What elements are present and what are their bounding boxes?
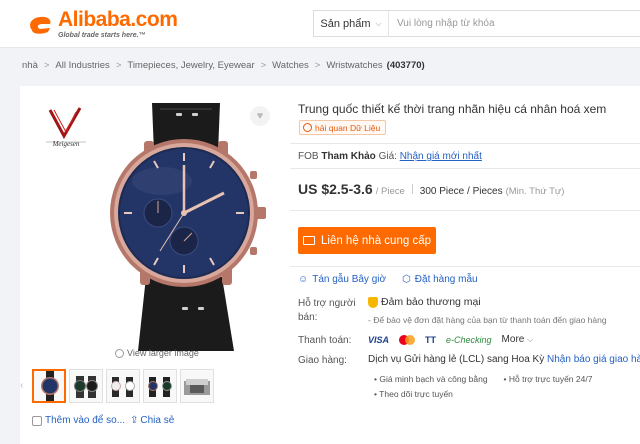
site-header: Alibaba.com Global trade starts here.™ S…: [0, 0, 640, 48]
chat-now-label: Tán gẫu Bây giờ: [312, 274, 387, 285]
shipping-benefits: • Giá minh bạch và công bằng • Hỗ trợ tr…: [374, 372, 592, 402]
fob-prefix: FOB: [298, 151, 319, 162]
alibaba-logo-icon: [26, 12, 56, 36]
order-sample-link[interactable]: ⬡ Đặt hàng mẫu: [402, 274, 478, 285]
thumbnail-3[interactable]: [106, 369, 140, 403]
latest-price-link[interactable]: Nhận giá mới nhất: [400, 151, 482, 162]
trade-assurance-label: Đảm bảo thương mại: [381, 296, 481, 308]
divider: [290, 143, 640, 144]
add-to-compare[interactable]: Thêm vào để so...: [32, 415, 125, 426]
breadcrumb-count: (403770): [386, 60, 425, 71]
shipping-text: Dịch vụ Gửi hàng lẻ (LCL) sang Hoa Kỳ: [368, 354, 545, 365]
contact-supplier-button[interactable]: Liên hệ nhà cung cấp: [298, 227, 436, 254]
price-range: US $2.5-3.6: [298, 181, 373, 197]
search-input[interactable]: [389, 11, 640, 36]
thumbnail-2[interactable]: [69, 369, 103, 403]
mail-icon: [303, 236, 315, 245]
chat-now-link[interactable]: ☺ Tán gẫu Bây giờ: [298, 274, 386, 285]
breadcrumb-item-wristwatches[interactable]: Wristwatches: [326, 60, 382, 71]
alibaba-logo[interactable]: Alibaba.com Global trade starts here.™: [26, 8, 178, 40]
logo-tagline: Global trade starts here.™: [58, 32, 146, 39]
tt-icon: TT: [425, 334, 437, 345]
breadcrumb-item-watches[interactable]: Watches: [272, 60, 309, 71]
breadcrumb-item-all-industries[interactable]: All Industries: [55, 60, 109, 71]
logo-wordmark: Alibaba.com: [58, 8, 178, 31]
shipping-label: Giao hàng:: [298, 355, 347, 366]
contact-supplier-label: Liên hệ nhà cung cấp: [321, 234, 431, 247]
min-order-note: (Min. Thứ Tự): [505, 186, 565, 197]
divider: [290, 168, 640, 169]
breadcrumb: nhà > All Industries > Timepieces, Jewel…: [22, 60, 425, 71]
product-title: Trung quốc thiết kế thời trang nhãn hiệu…: [298, 102, 607, 116]
brand-name: Meigesen: [52, 140, 80, 148]
share-label: Chia sẻ: [140, 415, 175, 426]
shield-icon: [368, 296, 378, 308]
chat-icon: ☺: [298, 274, 309, 285]
min-order-qty: 300 Piece / Pieces: [419, 186, 503, 197]
compare-checkbox[interactable]: [32, 415, 42, 426]
favorite-heart-icon[interactable]: ♥: [250, 106, 270, 126]
box-icon: ⬡: [402, 274, 411, 285]
assessed-badge[interactable]: hải quan Dữ Liệu: [299, 120, 387, 135]
badge-check-icon: [303, 123, 312, 132]
share-icon: ⇪: [130, 415, 139, 426]
breadcrumb-separator: >: [43, 60, 50, 71]
brand-logo: Meigesen: [44, 106, 88, 154]
price-unit: / Piece: [375, 186, 405, 197]
breadcrumb-separator: >: [314, 60, 321, 71]
more-payments-dropdown[interactable]: More ⌵: [502, 334, 534, 345]
thumbnail-5[interactable]: [180, 369, 214, 403]
shipping-info: Dịch vụ Gửi hàng lẻ (LCL) sang Hoa Kỳ Nh…: [368, 354, 640, 365]
trade-assurance-note: - Để bảo vệ đơn đặt hàng của bạn từ than…: [368, 315, 607, 325]
product-card: Meigesen ♥ View larger image ‹ Thêm vào …: [20, 86, 640, 444]
fob-bold: Tham Khảo: [321, 151, 376, 162]
benefit-item: • Hỗ trợ trực tuyến 24/7: [503, 374, 593, 384]
order-sample-label: Đặt hàng mẫu: [414, 274, 478, 285]
fob-suffix: Giá:: [378, 151, 397, 162]
payment-label: Thanh toán:: [298, 335, 352, 346]
benefit-item: • Giá minh bạch và công bằng: [374, 374, 488, 384]
chevron-down-icon: ⌵: [527, 335, 534, 344]
view-larger-link[interactable]: View larger image: [115, 348, 199, 358]
compare-label: Thêm vào để so...: [45, 415, 126, 426]
divider: [290, 210, 640, 211]
thumbnail-1[interactable]: [32, 369, 66, 403]
price-row: US $2.5-3.6 / Piece 300 Piece / Pieces (…: [298, 181, 564, 197]
more-payments-label: More: [501, 334, 525, 345]
trade-assurance[interactable]: Đảm bảo thương mại: [368, 296, 481, 308]
breadcrumb-separator: >: [115, 60, 122, 71]
share-link[interactable]: ⇪ Chia sẻ: [130, 415, 174, 426]
secondary-actions: ☺ Tán gẫu Bây giờ ⬡ Đặt hàng mẫu: [298, 274, 478, 285]
search-bar: Sản phẩm ⌵: [313, 10, 640, 37]
search-category-label: Sản phẩm: [320, 17, 371, 30]
fob-reference: FOB Tham Khảo Giá: Nhận giá mới nhất: [298, 151, 482, 162]
shipping-quote-link[interactable]: Nhận báo giá giao hàng: [547, 354, 640, 365]
visa-icon: VISA: [368, 334, 390, 345]
thumb-prev-icon[interactable]: ‹: [20, 380, 30, 394]
benefit-item: • Theo dõi trực tuyến: [374, 389, 453, 399]
mastercard-icon: [399, 334, 416, 345]
seller-support-label: Hỗ trợ người bán:: [298, 298, 356, 323]
assessed-badge-label: hải quan Dữ Liệu: [315, 122, 381, 133]
breadcrumb-item-timepieces[interactable]: Timepieces, Jewelry, Eyewear: [127, 60, 254, 71]
thumbnail-4[interactable]: [143, 369, 177, 403]
echecking-icon: e-Checking: [446, 334, 492, 345]
breadcrumb-separator: >: [260, 60, 267, 71]
magnifier-icon: [115, 348, 124, 358]
chevron-down-icon: ⌵: [375, 18, 382, 28]
view-larger-label: View larger image: [127, 348, 199, 358]
divider: [290, 266, 640, 267]
payment-methods: VISA TT e-Checking More ⌵: [368, 334, 533, 345]
search-category-select[interactable]: Sản phẩm ⌵: [314, 11, 389, 36]
divider: [411, 184, 413, 194]
breadcrumb-item-home[interactable]: nhà: [22, 60, 38, 71]
thumbnail-strip: [32, 369, 214, 403]
